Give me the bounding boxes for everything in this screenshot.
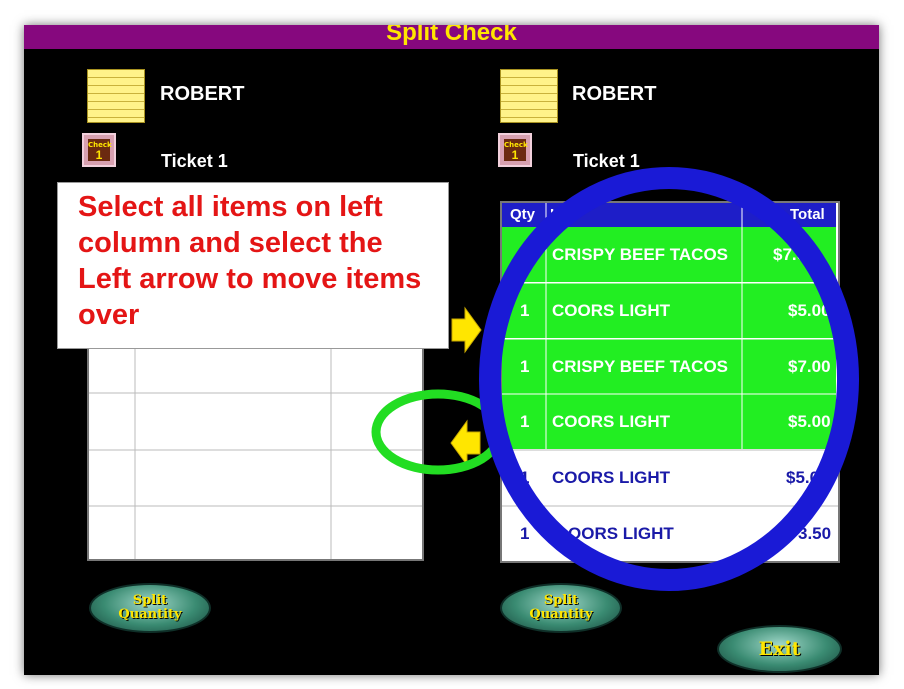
row-qty: 1 — [520, 412, 530, 431]
row-item: CRISPY BEEF TACOS — [552, 245, 729, 264]
table-row[interactable]: 1 COORS LIGHT $5.0 — [502, 450, 836, 505]
left-table-grid — [89, 327, 422, 559]
check-ticket-icon[interactable]: Check 1 — [498, 133, 532, 167]
left-items-table[interactable] — [87, 325, 424, 561]
row-total: 3.50 — [798, 524, 832, 543]
quantity-label: Quantity — [529, 607, 593, 622]
left-ticket-label: Ticket 1 — [161, 151, 228, 171]
item-column-header: It — [550, 206, 560, 223]
table-row[interactable]: 1 OORS LIGHT 3.50 — [502, 506, 836, 561]
notepad-icon — [87, 69, 145, 123]
row-qty: 1 — [520, 301, 530, 320]
qty-column-header: Qty — [510, 206, 536, 223]
check-ticket-icon[interactable]: Check 1 — [82, 133, 116, 167]
table-row[interactable]: 1 CRISPY BEEF TACOS $7.00 — [502, 339, 836, 394]
split-label: Split — [543, 593, 579, 608]
table-row[interactable]: 1 COORS LIGHT $5.00 — [502, 394, 836, 449]
left-customer-name: ROBERT — [160, 83, 245, 105]
table-header: Qty It Total — [502, 203, 836, 227]
table-row[interactable]: 1 CRISPY BEEF TACOS $7.00 — [502, 227, 836, 282]
check-icon-number: 1 — [95, 148, 103, 162]
page-title: Split Check — [386, 25, 517, 46]
exit-button[interactable]: Exit — [717, 625, 842, 673]
row-item: COORS LIGHT — [552, 412, 671, 431]
quantity-label: Quantity — [118, 607, 182, 622]
split-label: Split — [132, 593, 168, 608]
left-arrow-icon[interactable] — [450, 419, 481, 467]
row-qty: 1 — [520, 245, 530, 264]
right-customer-name: ROBERT — [572, 83, 657, 105]
instruction-callout: Select all items on left column and sele… — [57, 182, 449, 349]
notepad-icon — [500, 69, 558, 123]
total-column-header: Total — [790, 206, 825, 223]
split-check-window: Split Check ROBERT Check 1 Ticket 1 ROBER… — [24, 25, 879, 675]
title-bar: Split Check — [24, 25, 879, 49]
row-qty: 1 — [520, 468, 530, 487]
row-item: OORS LIGHT — [568, 524, 674, 543]
row-item: CRISPY BEEF TACOS — [552, 357, 729, 376]
exit-label: Exit — [758, 638, 801, 660]
row-total: $7.00 — [788, 357, 831, 376]
right-arrow-icon[interactable] — [451, 306, 482, 354]
row-item: COORS LIGHT — [552, 468, 671, 487]
split-quantity-button-right[interactable]: Split Quantity — [500, 583, 622, 633]
row-total: $5.0 — [786, 468, 820, 487]
row-item: COORS LIGHT — [552, 301, 671, 320]
row-total: $7.00 — [773, 245, 816, 264]
check-icon-number: 1 — [511, 148, 519, 162]
row-total: $5.00 — [788, 412, 831, 431]
table-row[interactable]: 1 COORS LIGHT $5.00 — [502, 283, 836, 338]
right-ticket-label: Ticket 1 — [573, 151, 640, 171]
row-total: $5.00 — [788, 301, 831, 320]
row-qty: 1 — [520, 357, 530, 376]
callout-text: Select all items on left column and sele… — [78, 191, 422, 331]
right-items-table[interactable]: Qty It Total 1 CRISPY BEEF TACOS $7.00 1… — [500, 201, 840, 563]
row-qty: 1 — [520, 524, 530, 543]
split-quantity-button-left[interactable]: Split Quantity — [89, 583, 211, 633]
